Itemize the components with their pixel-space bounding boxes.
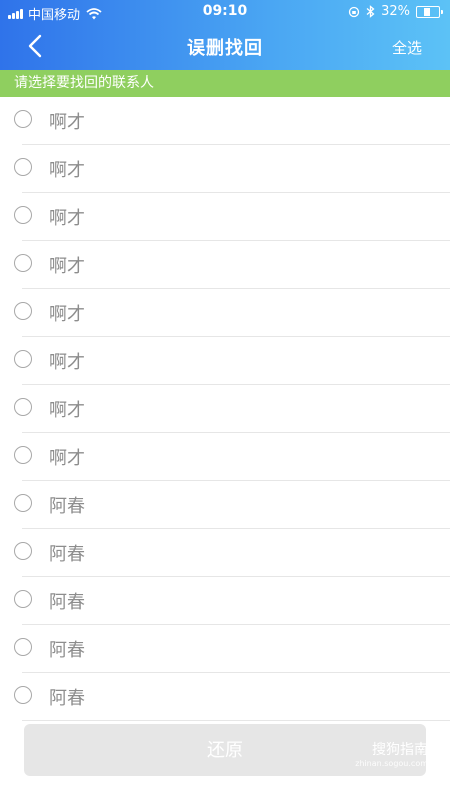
orientation-lock-icon: [348, 6, 360, 17]
contact-row[interactable]: 啊才: [0, 289, 450, 337]
radio-unchecked-icon[interactable]: [14, 302, 32, 320]
contact-row[interactable]: 啊才: [0, 385, 450, 433]
radio-unchecked-icon[interactable]: [14, 686, 32, 704]
contact-row[interactable]: 阿春: [0, 481, 450, 529]
contact-list: 啊才 啊才 啊才 啊才 啊才 啊才 啊才 啊才 阿春 阿春 阿春 阿春 阿春: [0, 97, 450, 721]
contact-row[interactable]: 阿春: [0, 529, 450, 577]
radio-unchecked-icon[interactable]: [14, 446, 32, 464]
instruction-banner: 请选择要找回的联系人: [0, 70, 450, 97]
contact-name: 阿春: [49, 592, 85, 613]
watermark-text: 搜狗指南: [372, 742, 428, 758]
contact-name: 阿春: [49, 688, 85, 709]
radio-unchecked-icon[interactable]: [14, 206, 32, 224]
bluetooth-icon: [366, 5, 375, 18]
contact-name: 啊才: [49, 352, 85, 373]
contact-name: 啊才: [49, 160, 85, 181]
radio-unchecked-icon[interactable]: [14, 158, 32, 176]
contact-row[interactable]: 啊才: [0, 241, 450, 289]
radio-unchecked-icon[interactable]: [14, 542, 32, 560]
contact-name: 啊才: [49, 304, 85, 325]
contact-row[interactable]: 阿春: [0, 625, 450, 673]
nav-bar: 误删找回 全选: [0, 22, 450, 70]
row-divider: [22, 720, 450, 721]
radio-unchecked-icon[interactable]: [14, 254, 32, 272]
contact-name: 阿春: [49, 544, 85, 565]
radio-unchecked-icon[interactable]: [14, 110, 32, 128]
contact-row[interactable]: 啊才: [0, 145, 450, 193]
radio-unchecked-icon[interactable]: [14, 350, 32, 368]
contact-row[interactable]: 啊才: [0, 433, 450, 481]
contact-row[interactable]: 啊才: [0, 337, 450, 385]
contact-name: 啊才: [49, 112, 85, 133]
contact-name: 阿春: [49, 496, 85, 517]
contact-row[interactable]: 阿春: [0, 577, 450, 625]
battery-percent: 32%: [381, 4, 410, 19]
header-bar: 中国移动 09:10 32% 误删找回 全选: [0, 0, 450, 70]
radio-unchecked-icon[interactable]: [14, 638, 32, 656]
contact-name: 啊才: [49, 400, 85, 421]
battery-icon: [416, 5, 443, 18]
contact-row[interactable]: 阿春: [0, 673, 450, 721]
watermark-url: zhinan.sogou.com: [355, 759, 428, 768]
contact-name: 啊才: [49, 208, 85, 229]
radio-unchecked-icon[interactable]: [14, 494, 32, 512]
radio-unchecked-icon[interactable]: [14, 590, 32, 608]
select-all-button[interactable]: 全选: [392, 37, 422, 58]
page-title: 误删找回: [187, 38, 263, 59]
contact-name: 阿春: [49, 640, 85, 661]
contact-row[interactable]: 啊才: [0, 193, 450, 241]
contact-row[interactable]: 啊才: [0, 97, 450, 145]
radio-unchecked-icon[interactable]: [14, 398, 32, 416]
contact-name: 啊才: [49, 448, 85, 469]
watermark: 搜狗指南 zhinan.sogou.com: [355, 742, 428, 770]
status-bar: 中国移动 09:10 32%: [0, 0, 450, 23]
battery-fill: [424, 7, 431, 16]
contact-name: 啊才: [49, 256, 85, 277]
